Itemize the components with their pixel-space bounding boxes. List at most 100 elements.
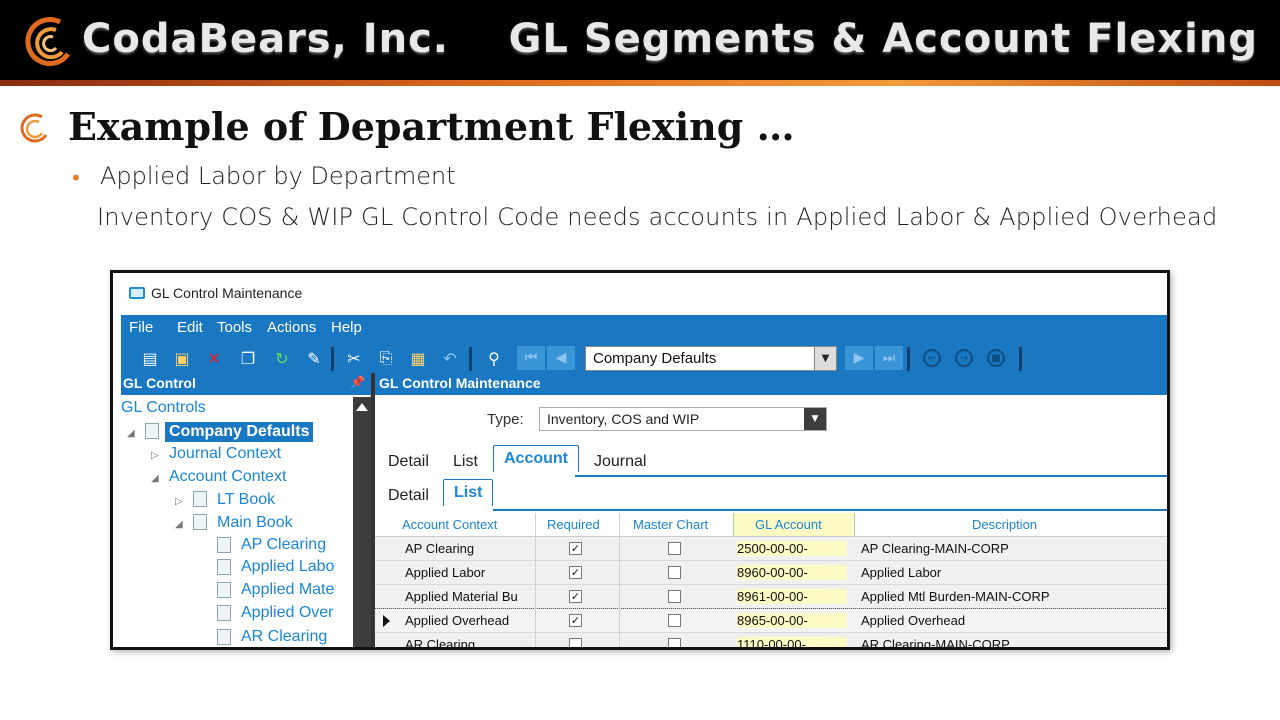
table-row[interactable]: AP Clearing ✓ 2500-00-00- AP Clearing-MA… [375,537,1167,561]
type-select[interactable]: Inventory, COS and WIP ▼ [539,407,827,431]
delete-icon[interactable]: ✕ [203,347,225,369]
chevron-down-icon[interactable]: ▼ [814,347,836,370]
expand-icon[interactable]: ▷ [151,450,159,461]
tab-journal[interactable]: Journal [594,453,646,471]
required-checkbox[interactable]: ✓ [569,566,582,579]
tab-detail[interactable]: Detail [388,453,429,471]
tree-node-applied-labor[interactable]: Applied Labo [241,558,334,576]
menu-help[interactable]: Help [331,319,362,336]
swirl-bullet-icon [20,113,48,143]
forward-icon[interactable]: → [955,349,973,367]
master-chart-checkbox[interactable] [668,614,681,627]
column-header-description[interactable]: Description [972,517,1037,532]
master-chart-checkbox[interactable] [668,638,681,647]
cell-gl-account[interactable]: 8961-00-00- [737,589,847,604]
expand-icon[interactable]: ▷ [175,496,183,507]
tree-node-journal-context[interactable]: Journal Context [169,445,281,463]
menu-file[interactable]: File [129,319,153,336]
menu-actions[interactable]: Actions [267,319,316,336]
master-chart-checkbox[interactable] [668,590,681,603]
master-chart-checkbox[interactable] [668,566,681,579]
banner-stripe [0,80,1280,86]
tree-panel-header: GL Control 📌 [121,373,371,395]
undo-icon[interactable]: ↶ [439,347,461,369]
menu-edit[interactable]: Edit [177,319,203,336]
main-panel-header: GL Control Maintenance [375,373,1167,395]
cell-account-context: AP Clearing [405,541,475,556]
slide-note: Inventory COS & WIP GL Control Code need… [97,203,1218,231]
tree-leaf-icon [217,537,231,553]
column-header-gl-account[interactable]: GL Account [755,517,822,532]
cell-gl-account[interactable]: 2500-00-00- [737,541,847,556]
table-row[interactable]: AR Clearing 1110-00-00- AR Clearing-MAIN… [375,633,1167,650]
master-chart-checkbox[interactable] [668,542,681,555]
tree-node-company-defaults[interactable]: Company Defaults [165,422,314,442]
table-row[interactable]: Applied Labor ✓ 8960-00-00- Applied Labo… [375,561,1167,585]
cell-description: Applied Labor [861,565,942,580]
cell-description: Applied Overhead [861,613,966,628]
home-icon[interactable]: ■ [987,349,1005,367]
tree-node-ar-clearing[interactable]: AR Clearing [241,628,327,646]
cell-gl-account[interactable]: 8965-00-00- [737,613,847,628]
cell-account-context: Applied Material Bu [405,589,518,604]
save-icon[interactable]: ▣ [171,347,193,369]
menu-tools[interactable]: Tools [217,319,252,336]
subtab-detail[interactable]: Detail [388,487,429,505]
context-select[interactable]: Company Defaults ▼ [585,346,837,371]
required-checkbox[interactable] [569,638,582,647]
binoculars-icon[interactable]: ⚲ [483,347,505,369]
subtab-list[interactable]: List [443,479,494,506]
required-checkbox[interactable]: ✓ [569,542,582,555]
book-icon[interactable]: ❐ [237,347,259,369]
previous-record-icon[interactable]: ◀ [547,346,575,370]
clear-icon[interactable]: ✎ [303,347,325,369]
tree-node-ap-clearing[interactable]: AP Clearing [241,536,326,554]
scroll-up-icon[interactable] [356,403,368,411]
cell-description: AP Clearing-MAIN-CORP [861,541,1009,556]
toolbar-separator [331,347,334,371]
tree-scrollbar[interactable] [353,397,371,647]
cell-account-context: Applied Labor [405,565,486,580]
cell-account-context: AR Clearing [405,637,476,650]
collapse-icon[interactable]: ◢ [175,519,183,530]
next-record-icon[interactable]: ▶ [845,346,873,370]
first-record-icon[interactable]: ⏮ [517,346,545,370]
type-label: Type: [487,411,524,428]
menu-bar: File Edit Tools Actions Help [121,315,1167,343]
pin-icon[interactable]: 📌 [350,375,365,389]
table-row[interactable]: Applied Material Bu ✓ 8961-00-00- Applie… [375,585,1167,609]
cut-icon[interactable]: ✂ [343,347,365,369]
chevron-down-icon[interactable]: ▼ [804,408,826,430]
tree-node-lt-book[interactable]: LT Book [217,491,275,509]
tree-node-applied-overhead[interactable]: Applied Over [241,604,334,622]
column-header-master-chart[interactable]: Master Chart [633,517,708,532]
tree-node-account-context[interactable]: Account Context [169,468,286,486]
brand-name: CodaBears, Inc. [82,16,449,62]
column-header-account-context[interactable]: Account Context [402,517,497,532]
back-icon[interactable]: ← [923,349,941,367]
tab-account[interactable]: Account [493,445,579,472]
copy-icon[interactable]: ⎘ [375,347,397,369]
refresh-icon[interactable]: ↻ [271,347,293,369]
slide-heading: Example of Department Flexing … [68,104,795,149]
required-checkbox[interactable]: ✓ [569,590,582,603]
gl-control-window: GL Control Maintenance File Edit Tools A… [110,270,1170,650]
window-app-icon [129,287,145,299]
cell-gl-account[interactable]: 1110-00-00- [737,637,847,647]
tree-node-gl-controls[interactable]: GL Controls [121,399,206,417]
tree-node-main-book[interactable]: Main Book [217,514,293,532]
paste-icon[interactable]: ▦ [407,347,429,369]
tab-list[interactable]: List [453,453,478,471]
required-checkbox[interactable]: ✓ [569,614,582,627]
tree-book-icon [193,514,207,530]
collapse-icon[interactable]: ◢ [127,428,135,439]
new-icon[interactable]: ▤ [139,347,161,369]
table-row-current[interactable]: Applied Overhead ✓ 8965-00-00- Applied O… [374,608,1167,634]
last-record-icon[interactable]: ⏭ [875,346,903,370]
column-header-required[interactable]: Required [547,517,600,532]
cell-gl-account[interactable]: 8960-00-00- [737,565,847,580]
collapse-icon[interactable]: ◢ [151,473,159,484]
toolbar: ▤ ▣ ✕ ❐ ↻ ✎ ✂ ⎘ ▦ ↶ ⚲ ⏮ ◀ Company Defaul… [121,343,1167,373]
toolbar-separator [907,347,910,371]
tree-node-applied-material[interactable]: Applied Mate [241,581,334,599]
